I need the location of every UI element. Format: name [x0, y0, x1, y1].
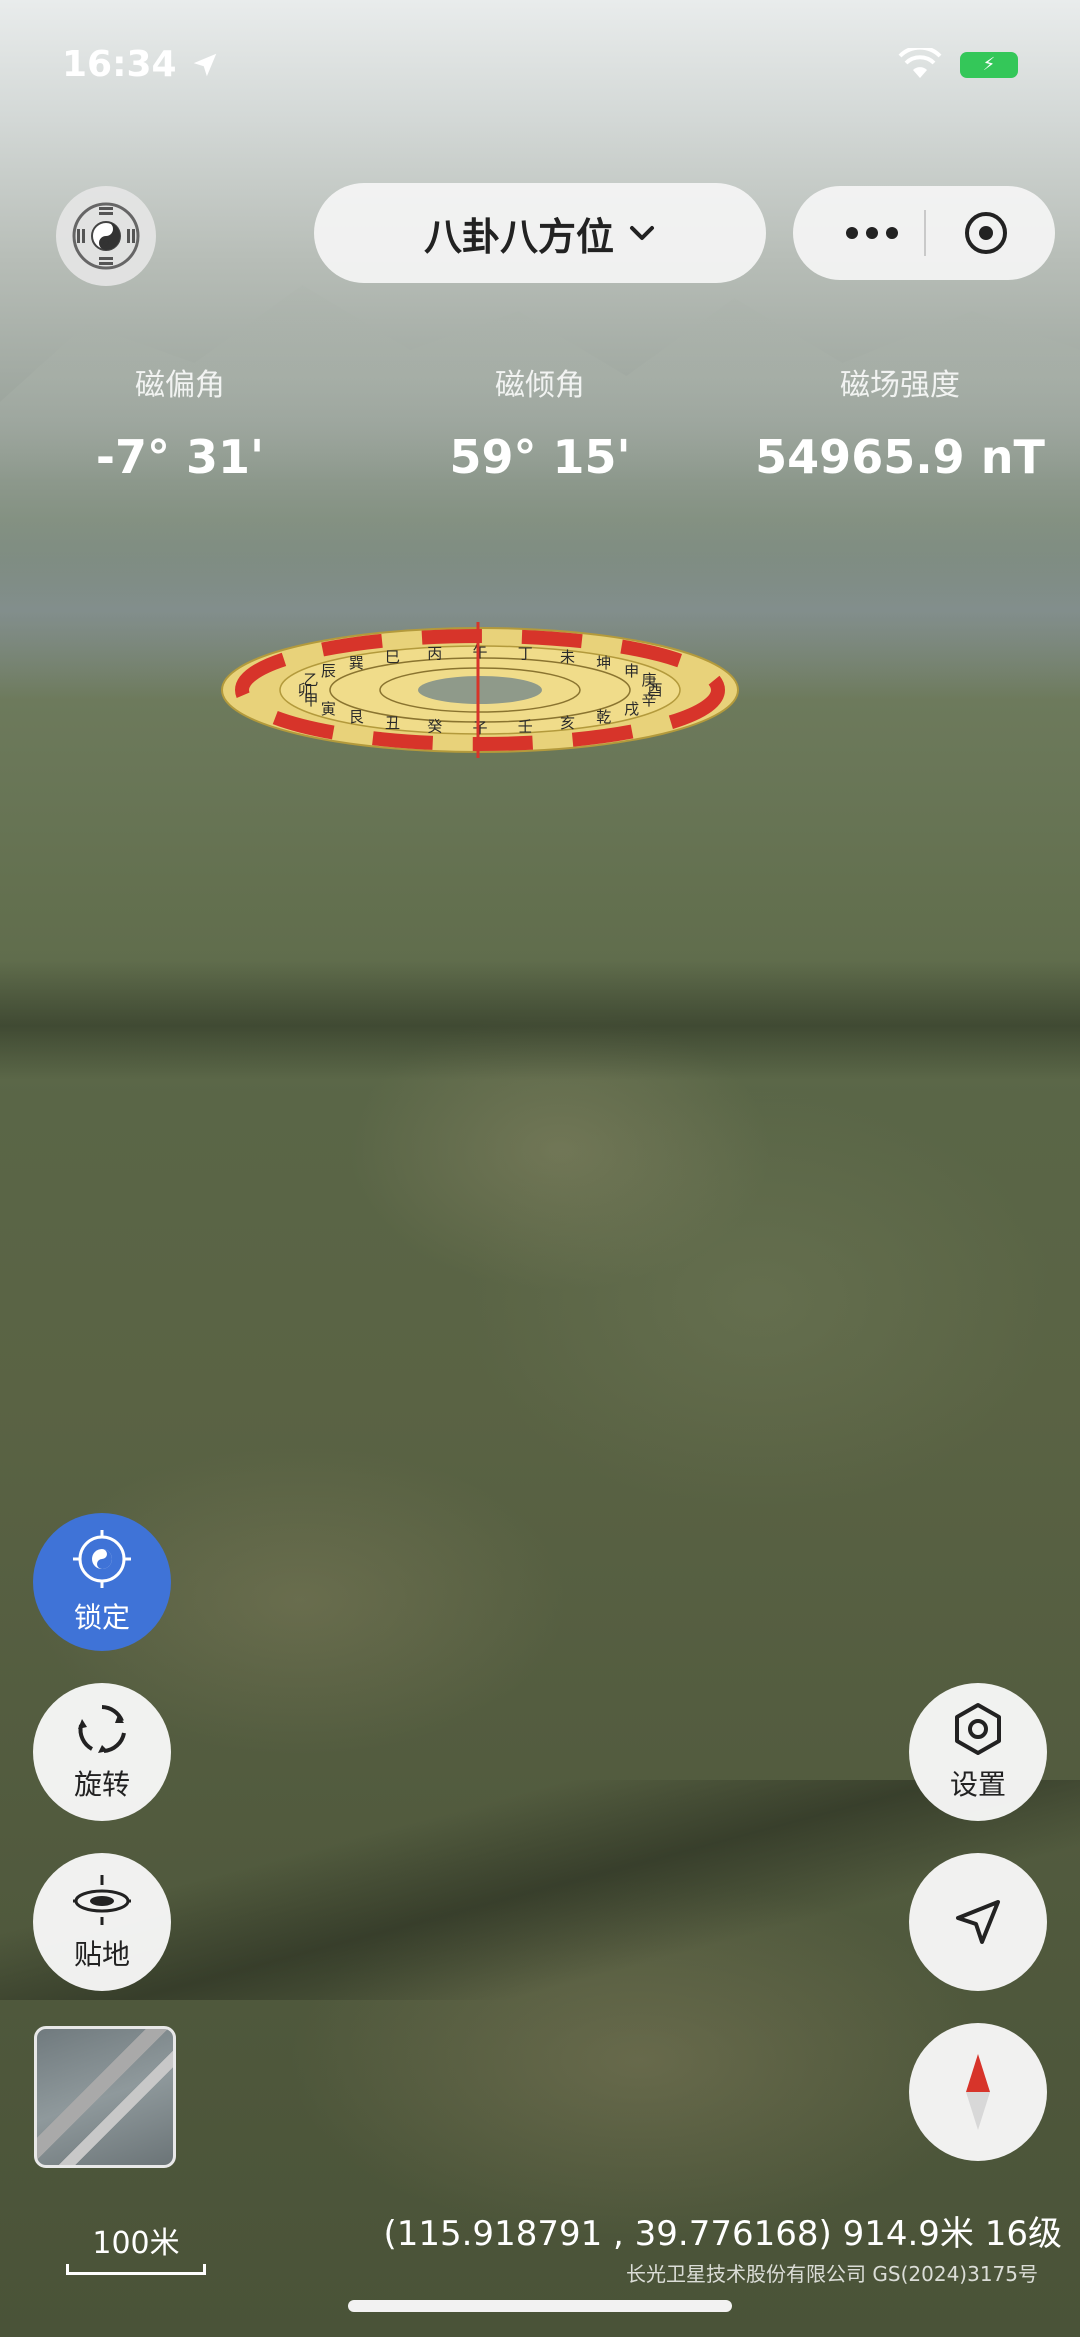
- locate-button[interactable]: [909, 1853, 1047, 1991]
- settings-hexagon-icon: [955, 1703, 1001, 1755]
- plate-char: 亥: [560, 714, 575, 732]
- dark-ridge: [0, 960, 1080, 1080]
- compass-needle-icon: [966, 2054, 990, 2130]
- plate-char: 申: [624, 662, 639, 680]
- ground-label: 贴地: [73, 1938, 130, 1971]
- plate-char: 乾: [596, 708, 611, 726]
- mode-label: 八卦八方位: [423, 214, 614, 259]
- settings-button[interactable]: 设置: [909, 1683, 1047, 1821]
- wifi-icon: [898, 48, 942, 78]
- coordinates-readout: (115.918791 , 39.776168) 914.9米 16级: [383, 2214, 1062, 2254]
- plate-char: 坤: [596, 654, 611, 672]
- ground-compass-icon: [73, 1875, 131, 1925]
- declination-reading: 磁偏角 -7° 31': [60, 360, 300, 484]
- ground-button[interactable]: 贴地: [33, 1853, 171, 1991]
- inclination-value: 59° 15': [449, 430, 631, 484]
- compass-north-button[interactable]: [909, 2023, 1047, 2161]
- inclination-reading: 磁倾角 59° 15': [420, 360, 660, 484]
- map-layer-switcher[interactable]: [34, 2026, 176, 2168]
- location-arrow-icon: [193, 53, 217, 77]
- more-dots-icon[interactable]: [827, 210, 917, 256]
- lock-button[interactable]: 锁定: [33, 1513, 171, 1651]
- field-strength-label: 磁场强度: [840, 368, 960, 403]
- plate-char: 丙: [427, 644, 442, 662]
- chevron-down-icon: [630, 226, 654, 240]
- plate-char: 子: [472, 719, 487, 737]
- rotate-label: 旋转: [73, 1768, 130, 1801]
- home-indicator[interactable]: [348, 2300, 732, 2312]
- status-bar: 16:34 ⚡: [0, 0, 1080, 130]
- scale-bar: [66, 2264, 206, 2275]
- mini-program-capsule: [793, 186, 1055, 280]
- inclination-label: 磁倾角: [495, 368, 585, 403]
- lock-compass-icon: [73, 1530, 131, 1588]
- field-strength-reading: 磁场强度 54965.9 nT: [740, 360, 1060, 484]
- plate-char: 丁: [518, 644, 533, 662]
- mode-selector[interactable]: 八卦八方位: [314, 183, 766, 283]
- rotate-icon: [78, 1705, 126, 1753]
- navigation-arrow-icon: [956, 1900, 1000, 1944]
- plate-char: 巽: [349, 654, 364, 672]
- map-copyright: 长光卫星技术股份有限公司 GS(2024)3175号: [626, 2262, 1038, 2286]
- lock-label: 锁定: [73, 1601, 130, 1634]
- plate-char: 寅: [321, 700, 336, 718]
- plate-char: 癸: [427, 718, 442, 736]
- plate-char: 艮: [349, 708, 364, 726]
- declination-label: 磁偏角: [135, 368, 225, 403]
- rotate-button[interactable]: 旋转: [33, 1683, 171, 1821]
- settings-label: 设置: [949, 1768, 1006, 1801]
- status-time: 16:34: [62, 44, 177, 85]
- plate-char: 壬: [518, 718, 533, 736]
- bagua-menu-button[interactable]: [56, 186, 156, 286]
- plate-char: 辰: [321, 662, 336, 680]
- target-icon[interactable]: [953, 210, 1019, 256]
- scale-label: 100米: [92, 2226, 180, 2261]
- plate-char: 巳: [385, 648, 400, 666]
- plate-char: 辛: [641, 691, 656, 709]
- plate-char: 戌: [624, 700, 639, 718]
- declination-value: -7° 31': [95, 430, 265, 484]
- battery-icon: ⚡: [960, 52, 1018, 78]
- field-strength-value: 54965.9 nT: [755, 430, 1045, 484]
- plate-char: 乙: [303, 671, 318, 689]
- capsule-divider: [924, 210, 926, 256]
- plate-char: 未: [560, 648, 575, 666]
- bagua-icon: [72, 202, 140, 270]
- plate-char: 午: [472, 643, 487, 661]
- map-scale: 100米: [66, 2218, 206, 2275]
- plate-char: 丑: [385, 714, 400, 732]
- luopan-compass-plate[interactable]: 午丁未坤申庚酉辛戌乾亥壬子癸丑艮寅甲卯乙辰巽巳丙: [220, 620, 740, 760]
